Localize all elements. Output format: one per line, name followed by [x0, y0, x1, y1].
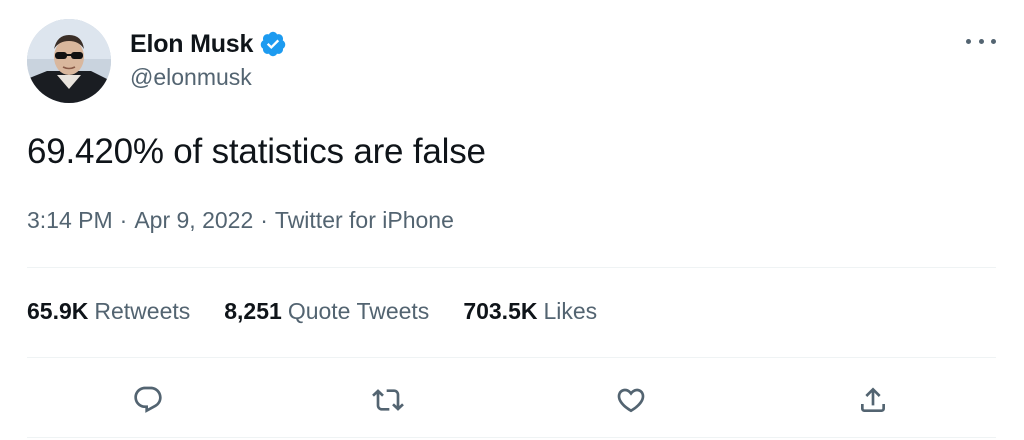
tweet-actions	[27, 378, 996, 422]
quote-tweets-count: 8,251	[224, 298, 282, 324]
likes-stat[interactable]: 703.5K Likes	[463, 298, 597, 325]
more-options-button[interactable]	[966, 30, 996, 52]
share-button[interactable]	[851, 378, 895, 422]
tweet-date[interactable]: Apr 9, 2022	[134, 207, 253, 234]
reply-button[interactable]	[126, 378, 170, 422]
tweet-source[interactable]: Twitter for iPhone	[275, 207, 454, 234]
avatar[interactable]	[27, 19, 111, 103]
reply-icon	[134, 386, 162, 413]
author-handle[interactable]: @elonmusk	[130, 64, 252, 91]
tweet-time[interactable]: 3:14 PM	[27, 207, 113, 234]
tweet-text: 69.420% of statistics are false	[27, 132, 486, 171]
retweets-label: Retweets	[94, 298, 191, 324]
retweet-icon	[372, 389, 404, 411]
tweet-card: Elon Musk @elonmusk 69.420% of statistic…	[0, 0, 1024, 440]
quote-tweets-stat[interactable]: 8,251 Quote Tweets	[224, 298, 429, 325]
divider	[27, 267, 996, 268]
display-name[interactable]: Elon Musk	[130, 30, 253, 59]
likes-count: 703.5K	[463, 298, 538, 324]
meta-separator: ·	[119, 207, 128, 233]
retweets-stat[interactable]: 65.9K Retweets	[27, 298, 190, 325]
quote-tweets-label: Quote Tweets	[287, 298, 430, 324]
likes-label: Likes	[543, 298, 598, 324]
more-icon-dot	[991, 38, 996, 44]
verified-badge-icon	[259, 30, 287, 58]
heart-icon	[617, 388, 645, 413]
like-button[interactable]	[609, 378, 653, 422]
more-icon-dot	[966, 38, 971, 44]
retweets-count: 65.9K	[27, 298, 89, 324]
tweet-stats: 65.9K Retweets 8,251 Quote Tweets 703.5K…	[27, 298, 631, 325]
more-icon-dot	[978, 38, 984, 44]
author-name-row: Elon Musk	[130, 28, 287, 60]
meta-separator: ·	[260, 207, 268, 233]
divider	[27, 357, 996, 358]
tweet-meta: 3:14 PM · Apr 9, 2022 · Twitter for iPho…	[27, 207, 454, 234]
share-icon	[861, 387, 885, 412]
divider	[27, 437, 996, 438]
retweet-button[interactable]	[366, 378, 410, 422]
profile-avatar-icon	[27, 19, 111, 103]
